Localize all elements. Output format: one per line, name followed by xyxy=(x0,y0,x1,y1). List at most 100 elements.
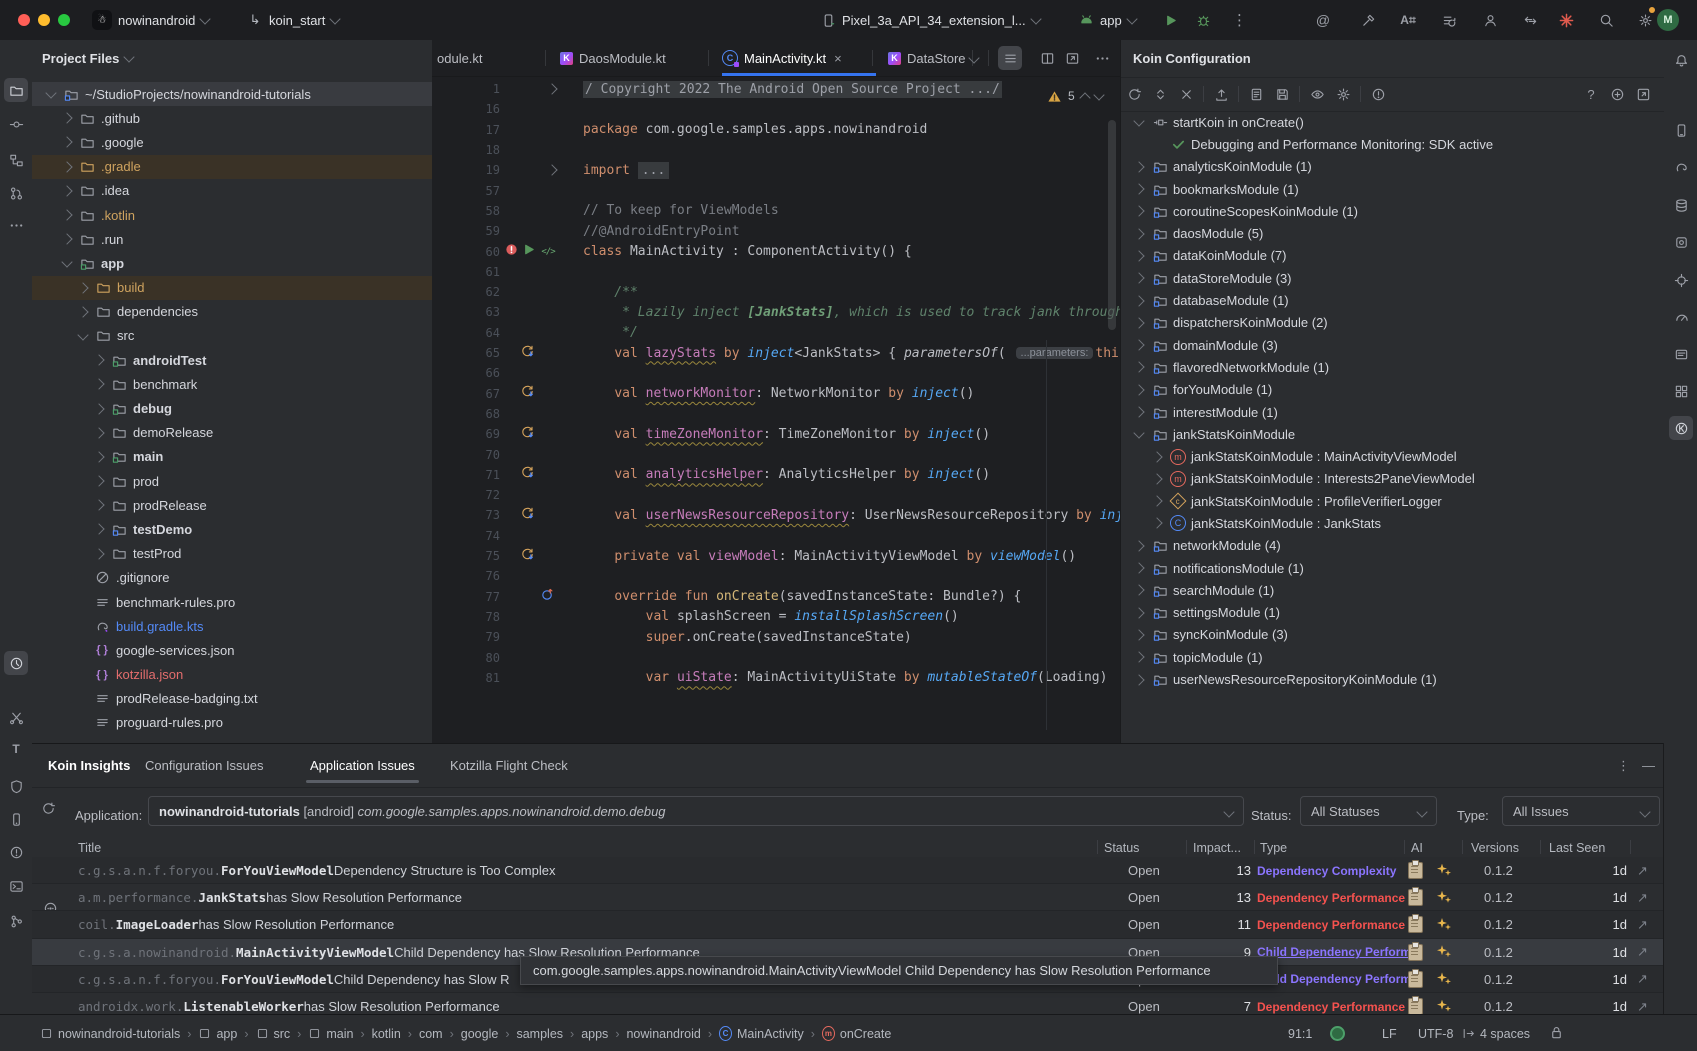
koin-tree-item[interactable]: bookmarksModule (1) xyxy=(1121,178,1664,200)
ai-report-icon[interactable] xyxy=(1408,857,1423,884)
gutter[interactable] xyxy=(502,262,580,282)
tool-project-folder[interactable] xyxy=(4,78,28,102)
gutter[interactable] xyxy=(502,505,580,525)
refresh-issues-button[interactable] xyxy=(40,800,56,819)
ai-sparkles-icon[interactable] xyxy=(1436,857,1452,884)
issue-row[interactable]: c.g.s.a.n.f.foryou.ForYouViewModel Depen… xyxy=(32,857,1663,884)
chevron-right-icon[interactable] xyxy=(1133,674,1144,685)
gutter[interactable] xyxy=(502,160,580,180)
koin-tree-item[interactable]: daosModule (5) xyxy=(1121,222,1664,244)
tree-item[interactable]: prod xyxy=(32,469,432,493)
column-header[interactable]: Impact... xyxy=(1193,841,1241,855)
detach-editor-button[interactable] xyxy=(1060,46,1084,70)
close-window-button[interactable] xyxy=(18,14,30,26)
line-separator-widget[interactable]: LF xyxy=(1382,1027,1397,1041)
chevron-right-icon[interactable] xyxy=(1133,607,1144,618)
tree-item[interactable]: build xyxy=(32,276,432,300)
tool-koin-configuration[interactable] xyxy=(1669,416,1693,440)
tree-item[interactable]: ~/StudioProjects/nowinandroid-tutorials xyxy=(32,82,432,106)
breadcrumb-item[interactable]: src xyxy=(256,1027,291,1041)
settings-button[interactable] xyxy=(1637,8,1653,32)
refresh-button[interactable] xyxy=(1121,82,1147,106)
gutter[interactable] xyxy=(502,647,580,667)
breadcrumb-item[interactable]: monCreate xyxy=(822,1027,891,1041)
gutter[interactable] xyxy=(502,424,580,444)
help-button[interactable]: ? xyxy=(1578,82,1604,106)
open-external-icon[interactable]: ↗ xyxy=(1637,939,1648,966)
tree-item[interactable]: { }google-services.json xyxy=(32,638,432,662)
chevron-right-icon[interactable] xyxy=(93,427,104,438)
chevron-down-icon[interactable] xyxy=(124,51,135,62)
breadcrumb-item[interactable]: CMainActivity xyxy=(719,1027,804,1041)
tool-more[interactable] xyxy=(4,213,28,237)
column-header[interactable]: Status xyxy=(1104,841,1139,855)
collab-button[interactable] xyxy=(1482,8,1498,32)
gutter[interactable] xyxy=(502,485,580,505)
type-filter-dropdown[interactable]: All Issues xyxy=(1502,796,1660,826)
tree-item[interactable]: .idea xyxy=(32,179,432,203)
breadcrumb-item[interactable]: main xyxy=(308,1027,353,1041)
breadcrumb-item[interactable]: kotlin xyxy=(372,1027,401,1041)
chevron-down-icon[interactable] xyxy=(61,257,72,268)
gutter[interactable] xyxy=(502,302,580,322)
encoding-widget[interactable]: UTF-8 xyxy=(1418,1027,1453,1041)
issue-row[interactable]: coil.ImageLoader has Slow Resolution Per… xyxy=(32,911,1663,938)
tool-logcat[interactable] xyxy=(1669,342,1693,366)
gutter[interactable] xyxy=(502,607,580,627)
chevron-right-icon[interactable] xyxy=(1151,473,1162,484)
ai-assistant-button[interactable]: @ xyxy=(1315,8,1331,32)
run-config-selector[interactable]: app xyxy=(1078,8,1136,32)
zoom-window-button[interactable] xyxy=(58,14,70,26)
chevron-right-icon[interactable] xyxy=(1133,228,1144,239)
issue-type[interactable]: Child Dependency Perform xyxy=(1257,966,1411,993)
koin-tree-item[interactable]: databaseModule (1) xyxy=(1121,289,1664,311)
user-avatar[interactable]: M xyxy=(1657,8,1679,32)
issue-type[interactable]: Dependency Complexity xyxy=(1257,857,1396,884)
issue-type[interactable]: Dependency Performance xyxy=(1257,884,1405,911)
chevron-right-icon[interactable] xyxy=(1151,518,1162,529)
gutter[interactable] xyxy=(502,343,580,363)
tree-item[interactable]: src xyxy=(32,324,432,348)
column-header[interactable]: AI xyxy=(1411,841,1423,855)
gutter[interactable] xyxy=(502,526,580,546)
search-everywhere-button[interactable] xyxy=(1598,8,1614,32)
editor-tab[interactable]: odule.kt xyxy=(437,40,542,76)
application-dropdown[interactable]: nowinandroid-tutorials [android] com.goo… xyxy=(148,796,1244,826)
koin-tree-item[interactable]: jankStatsKoinModule xyxy=(1121,423,1664,445)
tree-item[interactable]: { }kotzilla.json xyxy=(32,663,432,687)
minimize-window-button[interactable] xyxy=(38,14,50,26)
koin-tree-item[interactable]: dispatchersKoinModule (2) xyxy=(1121,312,1664,334)
tree-item[interactable]: proguard-rules.pro xyxy=(32,711,432,735)
status-filter-dropdown[interactable]: All Statuses xyxy=(1300,796,1437,826)
open-window-button[interactable] xyxy=(1630,82,1656,106)
breadcrumb-item[interactable]: nowinandroid xyxy=(626,1027,700,1041)
chevron-right-icon[interactable] xyxy=(93,500,104,511)
run-button[interactable] xyxy=(1162,8,1178,32)
column-header[interactable]: Versions xyxy=(1471,841,1519,855)
gutter[interactable] xyxy=(502,546,580,566)
kotzilla-button[interactable] xyxy=(1558,8,1574,32)
open-external-icon[interactable]: ↗ xyxy=(1637,911,1648,938)
gutter[interactable] xyxy=(502,668,580,688)
bottom-panel-more-button[interactable]: ⋮ xyxy=(1617,744,1630,787)
issue-row[interactable]: a.m.performance.JankStats has Slow Resol… xyxy=(32,884,1663,911)
koin-tree-item[interactable]: analyticsKoinModule (1) xyxy=(1121,156,1664,178)
tree-item[interactable]: benchmark-rules.pro xyxy=(32,590,432,614)
tree-item[interactable]: androidTest xyxy=(32,348,432,372)
gutter[interactable]: </> xyxy=(502,241,580,261)
editor-tab[interactable]: KDataStore xyxy=(888,40,976,76)
device-selector[interactable]: Pixel_3a_API_34_extension_l... xyxy=(820,8,1040,32)
gutter[interactable] xyxy=(502,201,580,221)
koin-tree-item[interactable]: coroutineScopesKoinModule (1) xyxy=(1121,200,1664,222)
fold-chevron-icon[interactable] xyxy=(546,165,557,176)
ai-report-icon[interactable] xyxy=(1408,884,1423,911)
tree-item[interactable]: .google xyxy=(32,130,432,154)
add-button[interactable] xyxy=(1604,82,1630,106)
code-editor[interactable]: 1 / Copyright 2022 The Android Open Sour… xyxy=(432,79,1120,743)
koin-tree-item[interactable]: startKoin in onCreate() xyxy=(1121,111,1664,133)
chevron-right-icon[interactable] xyxy=(1133,406,1144,417)
breadcrumb-item[interactable]: google xyxy=(461,1027,499,1041)
chevron-right-icon[interactable] xyxy=(77,282,88,293)
tool-database[interactable] xyxy=(1669,193,1693,217)
tool-pull-requests[interactable] xyxy=(4,181,28,205)
